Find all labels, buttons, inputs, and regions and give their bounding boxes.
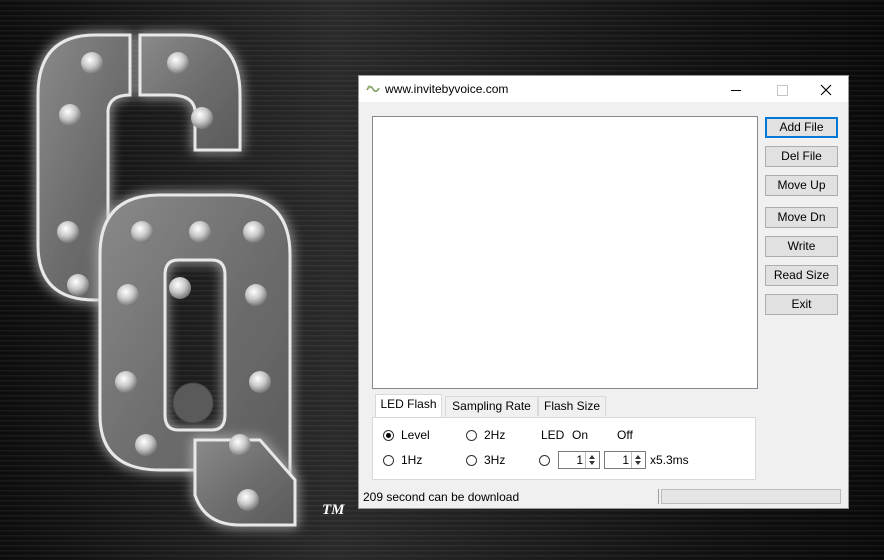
status-bar: 209 second can be download [359,486,848,508]
tab-sampling-rate[interactable]: Sampling Rate [445,396,538,416]
file-list[interactable] [372,116,758,389]
radio-1hz-label: 1Hz [401,453,423,467]
minimize-icon [731,89,741,91]
spin-down-icon[interactable] [635,461,641,465]
move-up-button[interactable]: Move Up [765,175,838,196]
close-button[interactable] [803,76,849,102]
window-title: www.invitebyvoice.com [385,82,509,96]
maximize-icon [776,84,788,96]
radio-3hz-label: 3Hz [484,453,506,467]
radio-3hz[interactable] [466,455,477,466]
tab-led-flash[interactable]: LED Flash [375,394,442,417]
radio-level-label: Level [401,428,430,442]
close-icon [820,84,832,96]
spin-up-icon[interactable] [635,455,641,459]
exit-button[interactable]: Exit [765,294,838,315]
del-file-button[interactable]: Del File [765,146,838,167]
led-on-stepper[interactable]: 1 [558,451,600,469]
write-button[interactable]: Write [765,236,838,257]
led-flash-panel: Level 2Hz LED On Off 1Hz 3Hz 1 1 x5.3ms [372,417,756,480]
led-off-label: Off [617,428,633,442]
spin-up-icon[interactable] [589,455,595,459]
status-text: 209 second can be download [363,490,520,504]
radio-custom[interactable] [539,455,550,466]
title-bar[interactable]: www.invitebyvoice.com [359,76,848,102]
led-label: LED [541,428,565,442]
app-window: www.invitebyvoice.com Add File Del File … [358,75,849,509]
spin-down-icon[interactable] [589,461,595,465]
minimize-button[interactable] [713,76,759,102]
radio-2hz-label: 2Hz [484,428,506,442]
tab-flash-size[interactable]: Flash Size [538,396,606,416]
status-separator [658,489,659,504]
led-on-value: 1 [576,453,583,467]
led-off-spin-arrows[interactable] [631,452,645,468]
maximize-button[interactable] [759,76,805,102]
led-off-value: 1 [622,453,629,467]
timing-unit-label: x5.3ms [650,453,689,467]
read-size-button[interactable]: Read Size [765,265,838,286]
led-on-spin-arrows[interactable] [585,452,599,468]
add-file-button[interactable]: Add File [765,117,838,138]
led-on-label: On [572,428,589,442]
radio-1hz[interactable] [383,455,394,466]
radio-2hz[interactable] [466,430,477,441]
trademark-mark: TM [322,502,345,518]
progress-bar [661,489,841,504]
cq-logo [36,33,297,527]
led-off-stepper[interactable]: 1 [604,451,646,469]
move-down-button[interactable]: Move Dn [765,207,838,228]
app-icon [366,85,380,92]
radio-level[interactable] [383,430,394,441]
